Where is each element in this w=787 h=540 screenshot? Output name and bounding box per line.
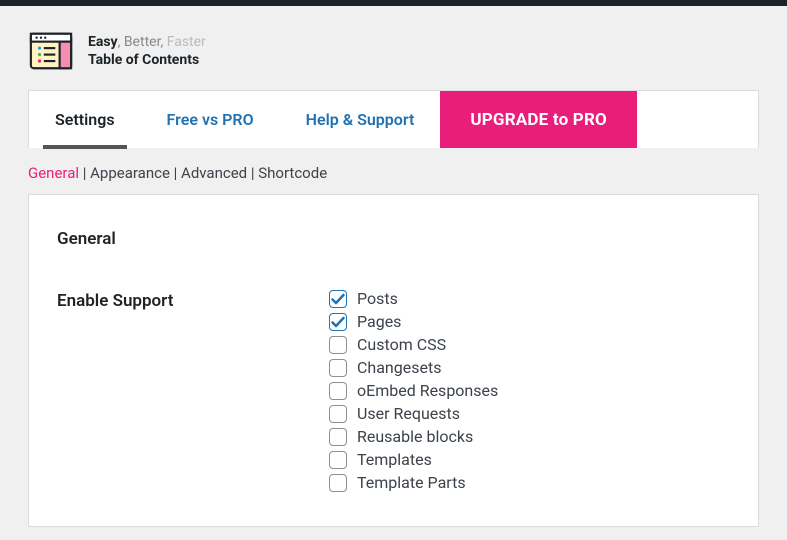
- sub-nav: General | Appearance | Advanced | Shortc…: [0, 148, 787, 194]
- checkbox-item: User Requests: [329, 404, 498, 423]
- checkbox-input[interactable]: [329, 336, 347, 354]
- checkbox-input[interactable]: [329, 382, 347, 400]
- page-container: Easy, Better, Faster Table of Contents S…: [0, 6, 787, 527]
- checkbox-label: Reusable blocks: [357, 427, 473, 446]
- plugin-logo-icon: [28, 28, 74, 74]
- checkbox-item: Pages: [329, 312, 498, 331]
- checkbox-input[interactable]: [329, 359, 347, 377]
- tab-settings[interactable]: Settings: [29, 91, 141, 148]
- checkbox-label: Custom CSS: [357, 335, 446, 354]
- subnav-sep: |: [79, 164, 90, 182]
- tab-upgrade-to-pro[interactable]: UPGRADE to PRO: [440, 91, 637, 148]
- checkbox-item: Changesets: [329, 358, 498, 377]
- tabs-wrap: Settings Free vs PRO Help & Support UPGR…: [0, 90, 787, 148]
- checkbox-item: Posts: [329, 289, 498, 308]
- row-enable-support: Enable Support Posts Pages Custom CSS Chang…: [57, 289, 730, 492]
- enable-support-options: Posts Pages Custom CSS Changesets oEmbed Res…: [329, 289, 498, 492]
- brand-tagline: Easy, Better, Faster: [88, 33, 206, 51]
- subnav-sep: |: [247, 164, 258, 182]
- section-title-general: General: [57, 229, 730, 249]
- checkbox-input[interactable]: [329, 290, 347, 308]
- checkbox-label: User Requests: [357, 404, 460, 423]
- checkbox-label: Posts: [357, 289, 398, 308]
- checkbox-label: Templates: [357, 450, 432, 469]
- tagline-faster: Faster: [163, 34, 206, 50]
- plugin-header: Easy, Better, Faster Table of Contents: [0, 6, 787, 90]
- brand-text: Easy, Better, Faster Table of Contents: [88, 33, 206, 69]
- checkbox-label: Pages: [357, 312, 401, 331]
- checkbox-input[interactable]: [329, 313, 347, 331]
- content-wrap: General Enable Support Posts Pages Custom …: [0, 194, 787, 527]
- checkbox-item: Reusable blocks: [329, 427, 498, 446]
- subnav-shortcode[interactable]: Shortcode: [258, 164, 327, 182]
- tagline-better: , Better,: [118, 34, 164, 50]
- tagline-easy: Easy: [88, 34, 118, 50]
- checkbox-label: Template Parts: [357, 473, 466, 492]
- checkbox-item: Template Parts: [329, 473, 498, 492]
- checkbox-input[interactable]: [329, 474, 347, 492]
- tab-help-support[interactable]: Help & Support: [280, 91, 441, 148]
- label-enable-support: Enable Support: [57, 289, 289, 311]
- main-tabs: Settings Free vs PRO Help & Support UPGR…: [28, 90, 759, 148]
- subnav-advanced[interactable]: Advanced: [181, 164, 247, 182]
- checkbox-input[interactable]: [329, 428, 347, 446]
- subnav-sep: |: [170, 164, 181, 182]
- checkbox-item: Templates: [329, 450, 498, 469]
- checkbox-input[interactable]: [329, 451, 347, 469]
- checkbox-item: Custom CSS: [329, 335, 498, 354]
- subnav-appearance[interactable]: Appearance: [90, 164, 170, 182]
- checkbox-label: oEmbed Responses: [357, 381, 498, 400]
- checkbox-label: Changesets: [357, 358, 441, 377]
- subnav-general[interactable]: General: [28, 164, 79, 182]
- checkbox-item: oEmbed Responses: [329, 381, 498, 400]
- brand-name: Table of Contents: [88, 51, 206, 69]
- checkbox-input[interactable]: [329, 405, 347, 423]
- tab-free-vs-pro[interactable]: Free vs PRO: [141, 91, 280, 148]
- content-panel: General Enable Support Posts Pages Custom …: [28, 194, 759, 527]
